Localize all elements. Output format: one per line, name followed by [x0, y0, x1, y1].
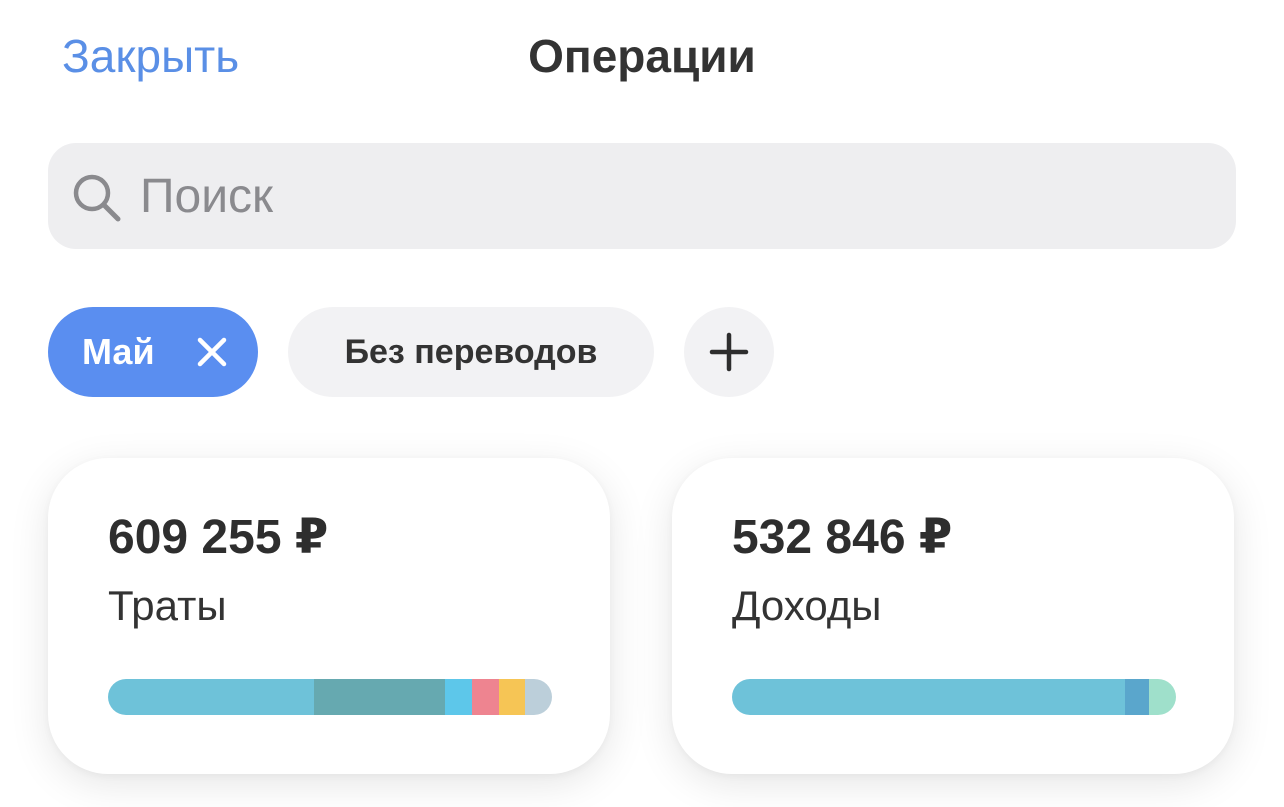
income-label: Доходы — [732, 582, 882, 629]
search-input[interactable] — [140, 160, 1200, 232]
no-transfers-filter-chip[interactable]: Без переводов — [288, 307, 654, 397]
month-filter-chip[interactable]: Май — [48, 307, 258, 397]
search-icon — [73, 174, 121, 222]
income-amount: 532 846 ₽ — [732, 511, 953, 564]
expenses-card[interactable]: 609 255 ₽ Траты — [48, 458, 610, 774]
expenses-category-bar — [108, 679, 552, 715]
close-button[interactable]: Закрыть — [62, 28, 239, 84]
income-card[interactable]: 532 846 ₽ Доходы — [672, 458, 1234, 774]
expenses-label: Траты — [108, 582, 227, 629]
plus-icon — [709, 332, 749, 372]
expenses-bar-segment — [525, 679, 552, 715]
income-bar-segment — [732, 679, 1125, 715]
add-filter-button[interactable] — [684, 307, 774, 397]
expenses-amount: 609 255 ₽ — [108, 511, 329, 564]
no-transfers-filter-label: Без переводов — [344, 332, 598, 371]
header-bar: Закрыть Операции — [0, 0, 1284, 115]
expenses-bar-segment — [314, 679, 446, 715]
expenses-bar-segment — [472, 679, 499, 715]
income-bar-segment — [1124, 679, 1150, 715]
expenses-bar-segment — [445, 679, 473, 715]
month-filter-label: Май — [82, 331, 155, 372]
income-bar-segment — [1149, 679, 1176, 715]
income-category-bar — [732, 679, 1176, 715]
expenses-bar-segment — [108, 679, 315, 715]
expenses-bar-segment — [498, 679, 526, 715]
close-icon[interactable] — [196, 336, 228, 368]
